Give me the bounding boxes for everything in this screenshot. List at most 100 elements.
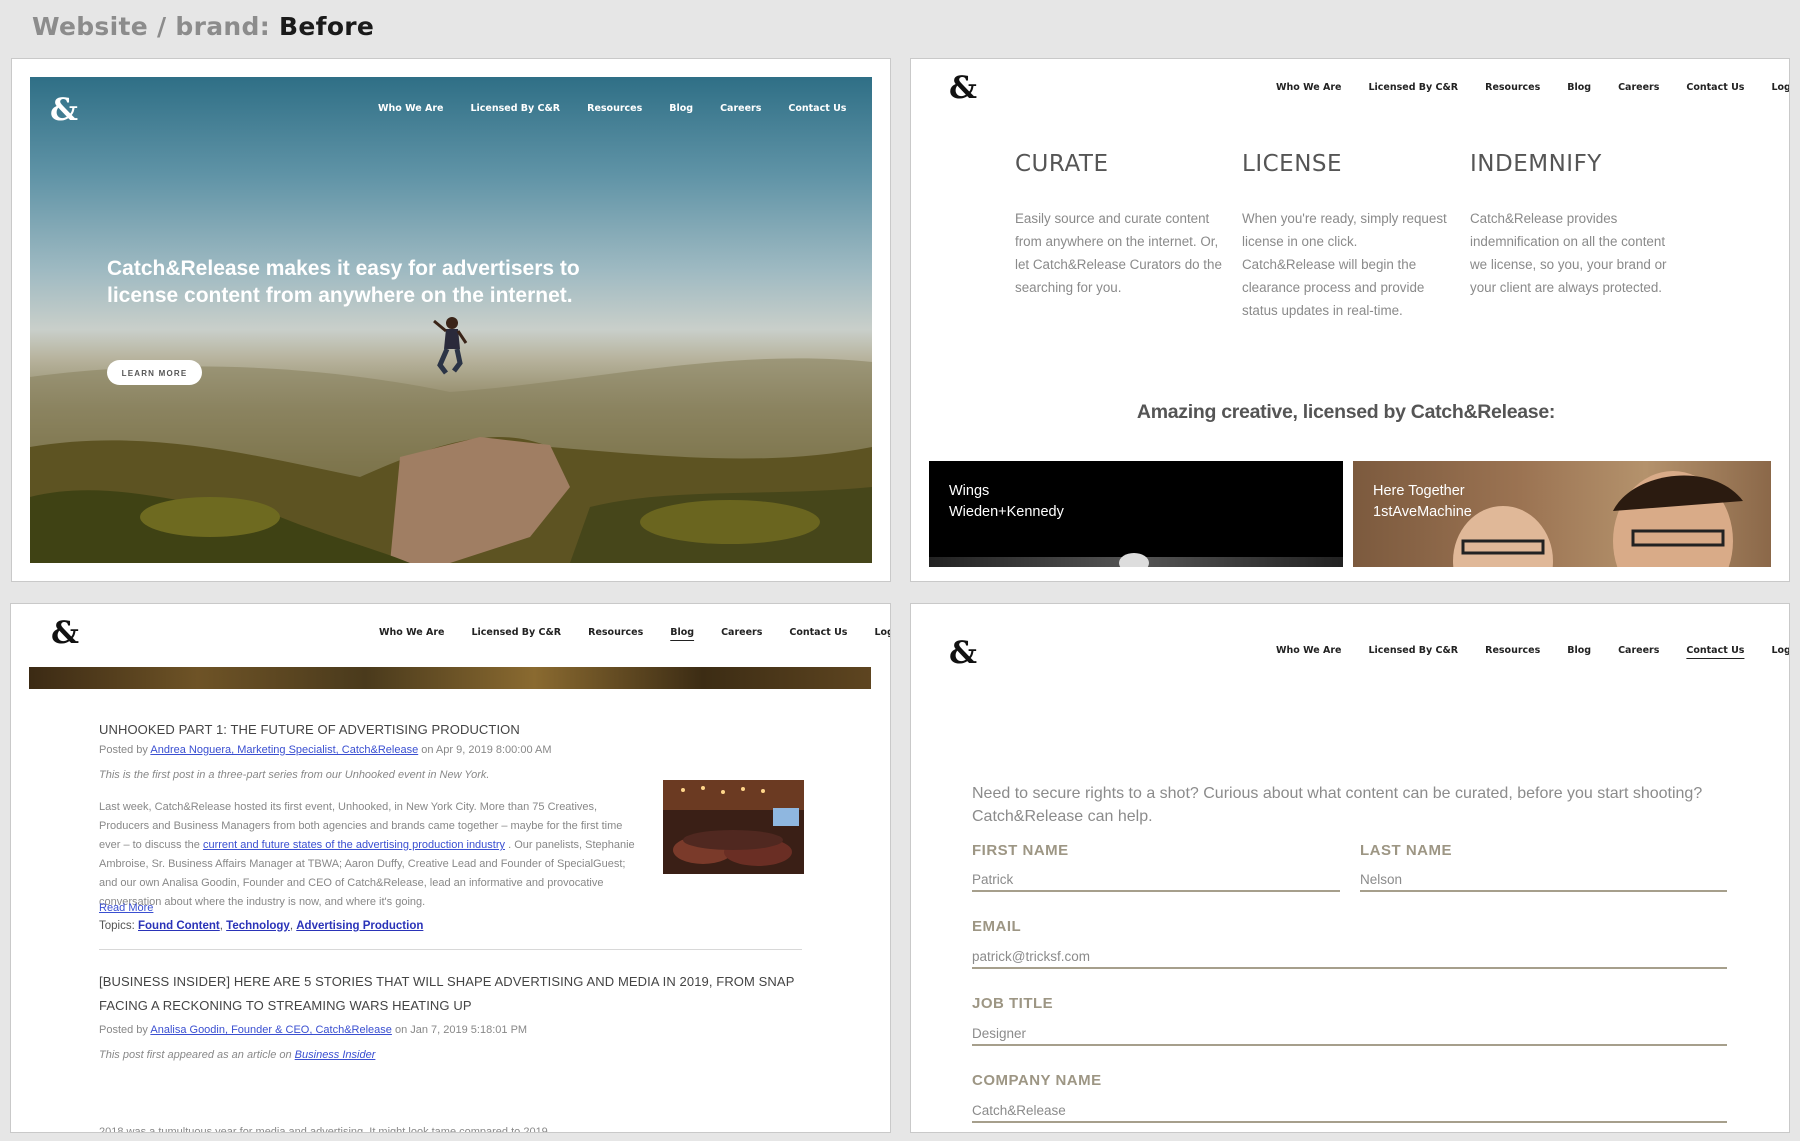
- nav-item-licensed-by[interactable]: Licensed By C&R: [471, 627, 561, 638]
- hero-banner: & Who We Are Licensed By C&R Resources B…: [30, 77, 872, 563]
- post-intro: This is the first post in a three-part s…: [99, 769, 490, 781]
- post-title-line: FACING A RECKONING TO STREAMING WARS HEA…: [99, 998, 472, 1013]
- panel-contact: & Who We Are Licensed By C&R Resources B…: [910, 603, 1790, 1133]
- nav-item-contact-us[interactable]: Contact Us: [1686, 82, 1744, 93]
- email-label: EMAIL: [972, 918, 1022, 935]
- nav-item-resources[interactable]: Resources: [588, 627, 643, 638]
- feature-indemnify: INDEMNIFY Catch&Release provides indemni…: [1470, 151, 1680, 299]
- nav-item-who-we-are[interactable]: Who We Are: [378, 103, 443, 114]
- nav-item-careers[interactable]: Careers: [720, 103, 761, 114]
- author-link[interactable]: Analisa Goodin, Founder & CEO, Catch&Rel…: [150, 1024, 392, 1036]
- last-name-field[interactable]: [1360, 868, 1727, 892]
- hero-headline: Catch&Release makes it easy for advertis…: [107, 257, 580, 307]
- post-body: 2018 was a tumultuous year for media and…: [99, 1126, 551, 1133]
- logo-ampersand[interactable]: &: [51, 618, 79, 649]
- feature-title: INDEMNIFY: [1470, 151, 1602, 177]
- nav-item-resources[interactable]: Resources: [1485, 645, 1540, 656]
- feature-text: When you're ready, simply request licens…: [1242, 211, 1447, 318]
- nav-item-blog[interactable]: Blog: [669, 103, 693, 114]
- job-title-label: JOB TITLE: [972, 995, 1054, 1012]
- nav-item-log-in[interactable]: Log In: [1771, 82, 1789, 93]
- logo-ampersand[interactable]: &: [949, 73, 977, 104]
- post-meta: Posted by Andrea Noguera, Marketing Spec…: [99, 744, 552, 756]
- post-intro-text: This post first appeared as an article o…: [99, 1049, 292, 1061]
- nav-item-blog[interactable]: Blog: [1567, 82, 1591, 93]
- read-more-link[interactable]: Read More: [99, 902, 153, 914]
- topic-link-advertising-production[interactable]: Advertising Production: [296, 920, 423, 932]
- blog-banner-image: [29, 667, 871, 689]
- main-nav: Who We Are Licensed By C&R Resources Blo…: [379, 627, 890, 638]
- main-nav: Who We Are Licensed By C&R Resources Blo…: [1276, 82, 1789, 93]
- business-insider-link[interactable]: Business Insider: [295, 1049, 376, 1061]
- post-title-line: [BUSINESS INSIDER] HERE ARE 5 STORIES TH…: [99, 974, 795, 989]
- post-body-link[interactable]: current and future states of the adverti…: [203, 839, 505, 851]
- creative-tile-wings[interactable]: Wings Wieden+Kennedy: [929, 461, 1343, 567]
- tile-agency: Wieden+Kennedy: [949, 504, 1064, 520]
- panel-home-hero: & Who We Are Licensed By C&R Resources B…: [11, 58, 891, 582]
- event-photo-thumbnail[interactable]: [663, 780, 804, 874]
- posted-by-label: Posted by: [99, 744, 148, 756]
- nav-item-contact-us[interactable]: Contact Us: [789, 627, 847, 638]
- creative-tile-here-together[interactable]: Here Together 1stAveMachine: [1353, 461, 1771, 567]
- nav-item-resources[interactable]: Resources: [1485, 82, 1540, 93]
- page-title-prefix: Website / brand:: [32, 12, 271, 41]
- nav-item-contact-us[interactable]: Contact Us: [1686, 645, 1744, 656]
- nav-item-careers[interactable]: Careers: [1618, 645, 1659, 656]
- tile-caption: Here Together 1stAveMachine: [1373, 481, 1472, 523]
- feature-text: Catch&Release provides indemnification o…: [1470, 211, 1667, 295]
- post-meta: Posted by Analisa Goodin, Founder & CEO,…: [99, 1024, 527, 1036]
- post-title[interactable]: UNHOOKED PART 1: THE FUTURE OF ADVERTISI…: [99, 722, 520, 737]
- nav-item-log-in[interactable]: Log In: [874, 627, 890, 638]
- feature-title: LICENSE: [1242, 151, 1343, 177]
- company-name-field[interactable]: [972, 1099, 1727, 1123]
- job-title-field[interactable]: [972, 1022, 1727, 1046]
- last-name-label: LAST NAME: [1360, 842, 1452, 859]
- logo-ampersand[interactable]: &: [949, 638, 977, 669]
- nav-item-contact-us[interactable]: Contact Us: [788, 103, 846, 114]
- page-title: Website / brand: Before: [32, 12, 374, 41]
- posted-by-label: Posted by: [99, 1024, 148, 1036]
- feature-curate: CURATE Easily source and curate content …: [1015, 151, 1225, 299]
- topics-label: Topics:: [99, 920, 135, 932]
- learn-more-button[interactable]: LEARN MORE: [107, 360, 202, 385]
- nav-item-careers[interactable]: Careers: [1618, 82, 1659, 93]
- nav-item-blog[interactable]: Blog: [670, 627, 694, 638]
- first-name-label: FIRST NAME: [972, 842, 1069, 859]
- nav-item-licensed-by[interactable]: Licensed By C&R: [470, 103, 560, 114]
- feature-license: LICENSE When you're ready, simply reques…: [1242, 151, 1452, 322]
- post-topics: Topics: Found Content, Technology, Adver…: [99, 920, 424, 932]
- feature-title: CURATE: [1015, 151, 1109, 177]
- topic-link-found-content[interactable]: Found Content: [138, 920, 220, 932]
- tile-title: Wings: [949, 483, 990, 499]
- main-nav: Who We Are Licensed By C&R Resources Blo…: [378, 103, 872, 114]
- post-intro: This post first appeared as an article o…: [99, 1049, 375, 1061]
- author-link[interactable]: Andrea Noguera, Marketing Specialist, Ca…: [150, 744, 418, 756]
- page-title-emphasis: Before: [279, 12, 375, 41]
- tile-title: Here Together: [1373, 483, 1465, 499]
- post-date: on Jan 7, 2019 5:18:01 PM: [394, 1024, 528, 1036]
- nav-item-licensed-by[interactable]: Licensed By C&R: [1368, 645, 1458, 656]
- jumping-person-figure: [433, 317, 468, 375]
- post-date: on Apr 9, 2019 8:00:00 AM: [421, 744, 552, 756]
- panel-blog: & Who We Are Licensed By C&R Resources B…: [10, 603, 891, 1133]
- tile-caption: Wings Wieden+Kennedy: [949, 481, 1064, 523]
- post-body: Last week, Catch&Release hosted its firs…: [99, 798, 644, 912]
- main-nav: Who We Are Licensed By C&R Resources Blo…: [1276, 645, 1789, 656]
- nav-item-who-we-are[interactable]: Who We Are: [1276, 82, 1341, 93]
- feature-text: Easily source and curate content from an…: [1015, 211, 1222, 295]
- nav-item-licensed-by[interactable]: Licensed By C&R: [1368, 82, 1458, 93]
- first-name-field[interactable]: [972, 868, 1340, 892]
- nav-item-log-in[interactable]: Log In: [1771, 645, 1789, 656]
- post-title[interactable]: [BUSINESS INSIDER] HERE ARE 5 STORIES TH…: [99, 970, 799, 1018]
- nav-item-careers[interactable]: Careers: [721, 627, 762, 638]
- nav-item-resources[interactable]: Resources: [587, 103, 642, 114]
- email-field[interactable]: [972, 945, 1727, 969]
- logo-ampersand[interactable]: &: [50, 95, 78, 126]
- nav-item-who-we-are[interactable]: Who We Are: [1276, 645, 1341, 656]
- nav-item-who-we-are[interactable]: Who We Are: [379, 627, 444, 638]
- panel-home-features: & Who We Are Licensed By C&R Resources B…: [910, 58, 1790, 582]
- nav-item-blog[interactable]: Blog: [1567, 645, 1591, 656]
- company-name-label: COMPANY NAME: [972, 1072, 1102, 1089]
- topic-link-technology[interactable]: Technology: [226, 920, 290, 932]
- post-divider: [99, 949, 802, 950]
